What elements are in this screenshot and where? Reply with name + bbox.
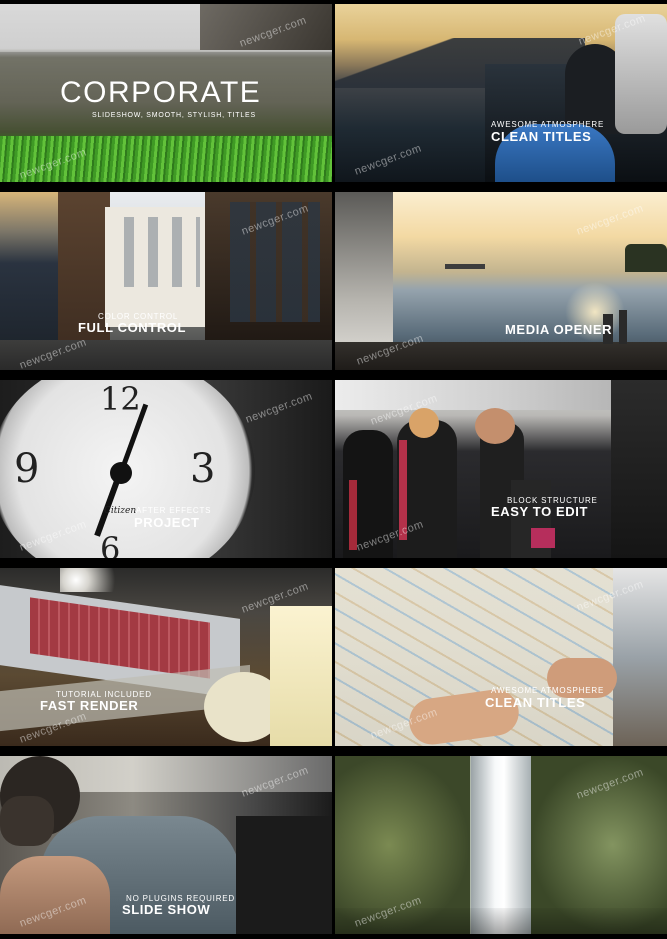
tile-subtitle: AFTER EFFECTS bbox=[136, 506, 212, 515]
tile-slide-show: NO PLUGINS REQUIRED SLIDE SHOW newcger.c… bbox=[0, 756, 332, 934]
clock-brand: Citizen bbox=[104, 506, 137, 516]
tile-waterfall: newcger.com newcger.com bbox=[335, 756, 667, 934]
tile-subtitle: AWESOME ATMOSPHERE bbox=[491, 120, 605, 129]
tile-project: 12 9 3 6 Citizen AFTER EFFECTS PROJECT n… bbox=[0, 380, 332, 558]
tile-clean-titles-1: AWESOME ATMOSPHERE CLEAN TITLES newcger.… bbox=[335, 4, 667, 182]
tile-title: EASY TO EDIT bbox=[491, 504, 589, 519]
tile-title: PROJECT bbox=[134, 515, 200, 530]
tile-subtitle: SLIDESHOW, SMOOTH, STYLISH, TITLES bbox=[92, 112, 256, 119]
tile-title: SLIDE SHOW bbox=[122, 902, 211, 917]
tile-title: CORPORATE bbox=[60, 76, 262, 109]
tile-easy-to-edit: BLOCK STRUCTURE EASY TO EDIT newcger.com… bbox=[335, 380, 667, 558]
clock-numeral-12: 12 bbox=[100, 380, 141, 418]
tile-title: CLEAN TITLES bbox=[485, 695, 586, 710]
tile-full-control: COLOR CONTROL FULL CONTROL newcger.com n… bbox=[0, 192, 332, 370]
tile-title: MEDIA OPENER bbox=[505, 322, 613, 337]
tile-title: FULL CONTROL bbox=[78, 320, 187, 335]
clock-numeral-9: 9 bbox=[14, 446, 40, 492]
tile-clean-titles-2: AWESOME ATMOSPHERE CLEAN TITLES newcger.… bbox=[335, 568, 667, 746]
tile-title: CLEAN TITLES bbox=[491, 129, 592, 144]
clock-numeral-3: 3 bbox=[190, 446, 216, 492]
clock-numeral-6: 6 bbox=[100, 530, 121, 558]
tile-subtitle: AWESOME ATMOSPHERE bbox=[491, 686, 605, 695]
thumbnail-grid: CORPORATE SLIDESHOW, SMOOTH, STYLISH, TI… bbox=[0, 0, 667, 939]
tile-fast-render: TUTORIAL INCLUDED FAST RENDER newcger.co… bbox=[0, 568, 332, 746]
tile-corporate: CORPORATE SLIDESHOW, SMOOTH, STYLISH, TI… bbox=[0, 4, 332, 182]
tile-title: FAST RENDER bbox=[40, 698, 139, 713]
tile-media-opener: MEDIA OPENER newcger.com newcger.com bbox=[335, 192, 667, 370]
